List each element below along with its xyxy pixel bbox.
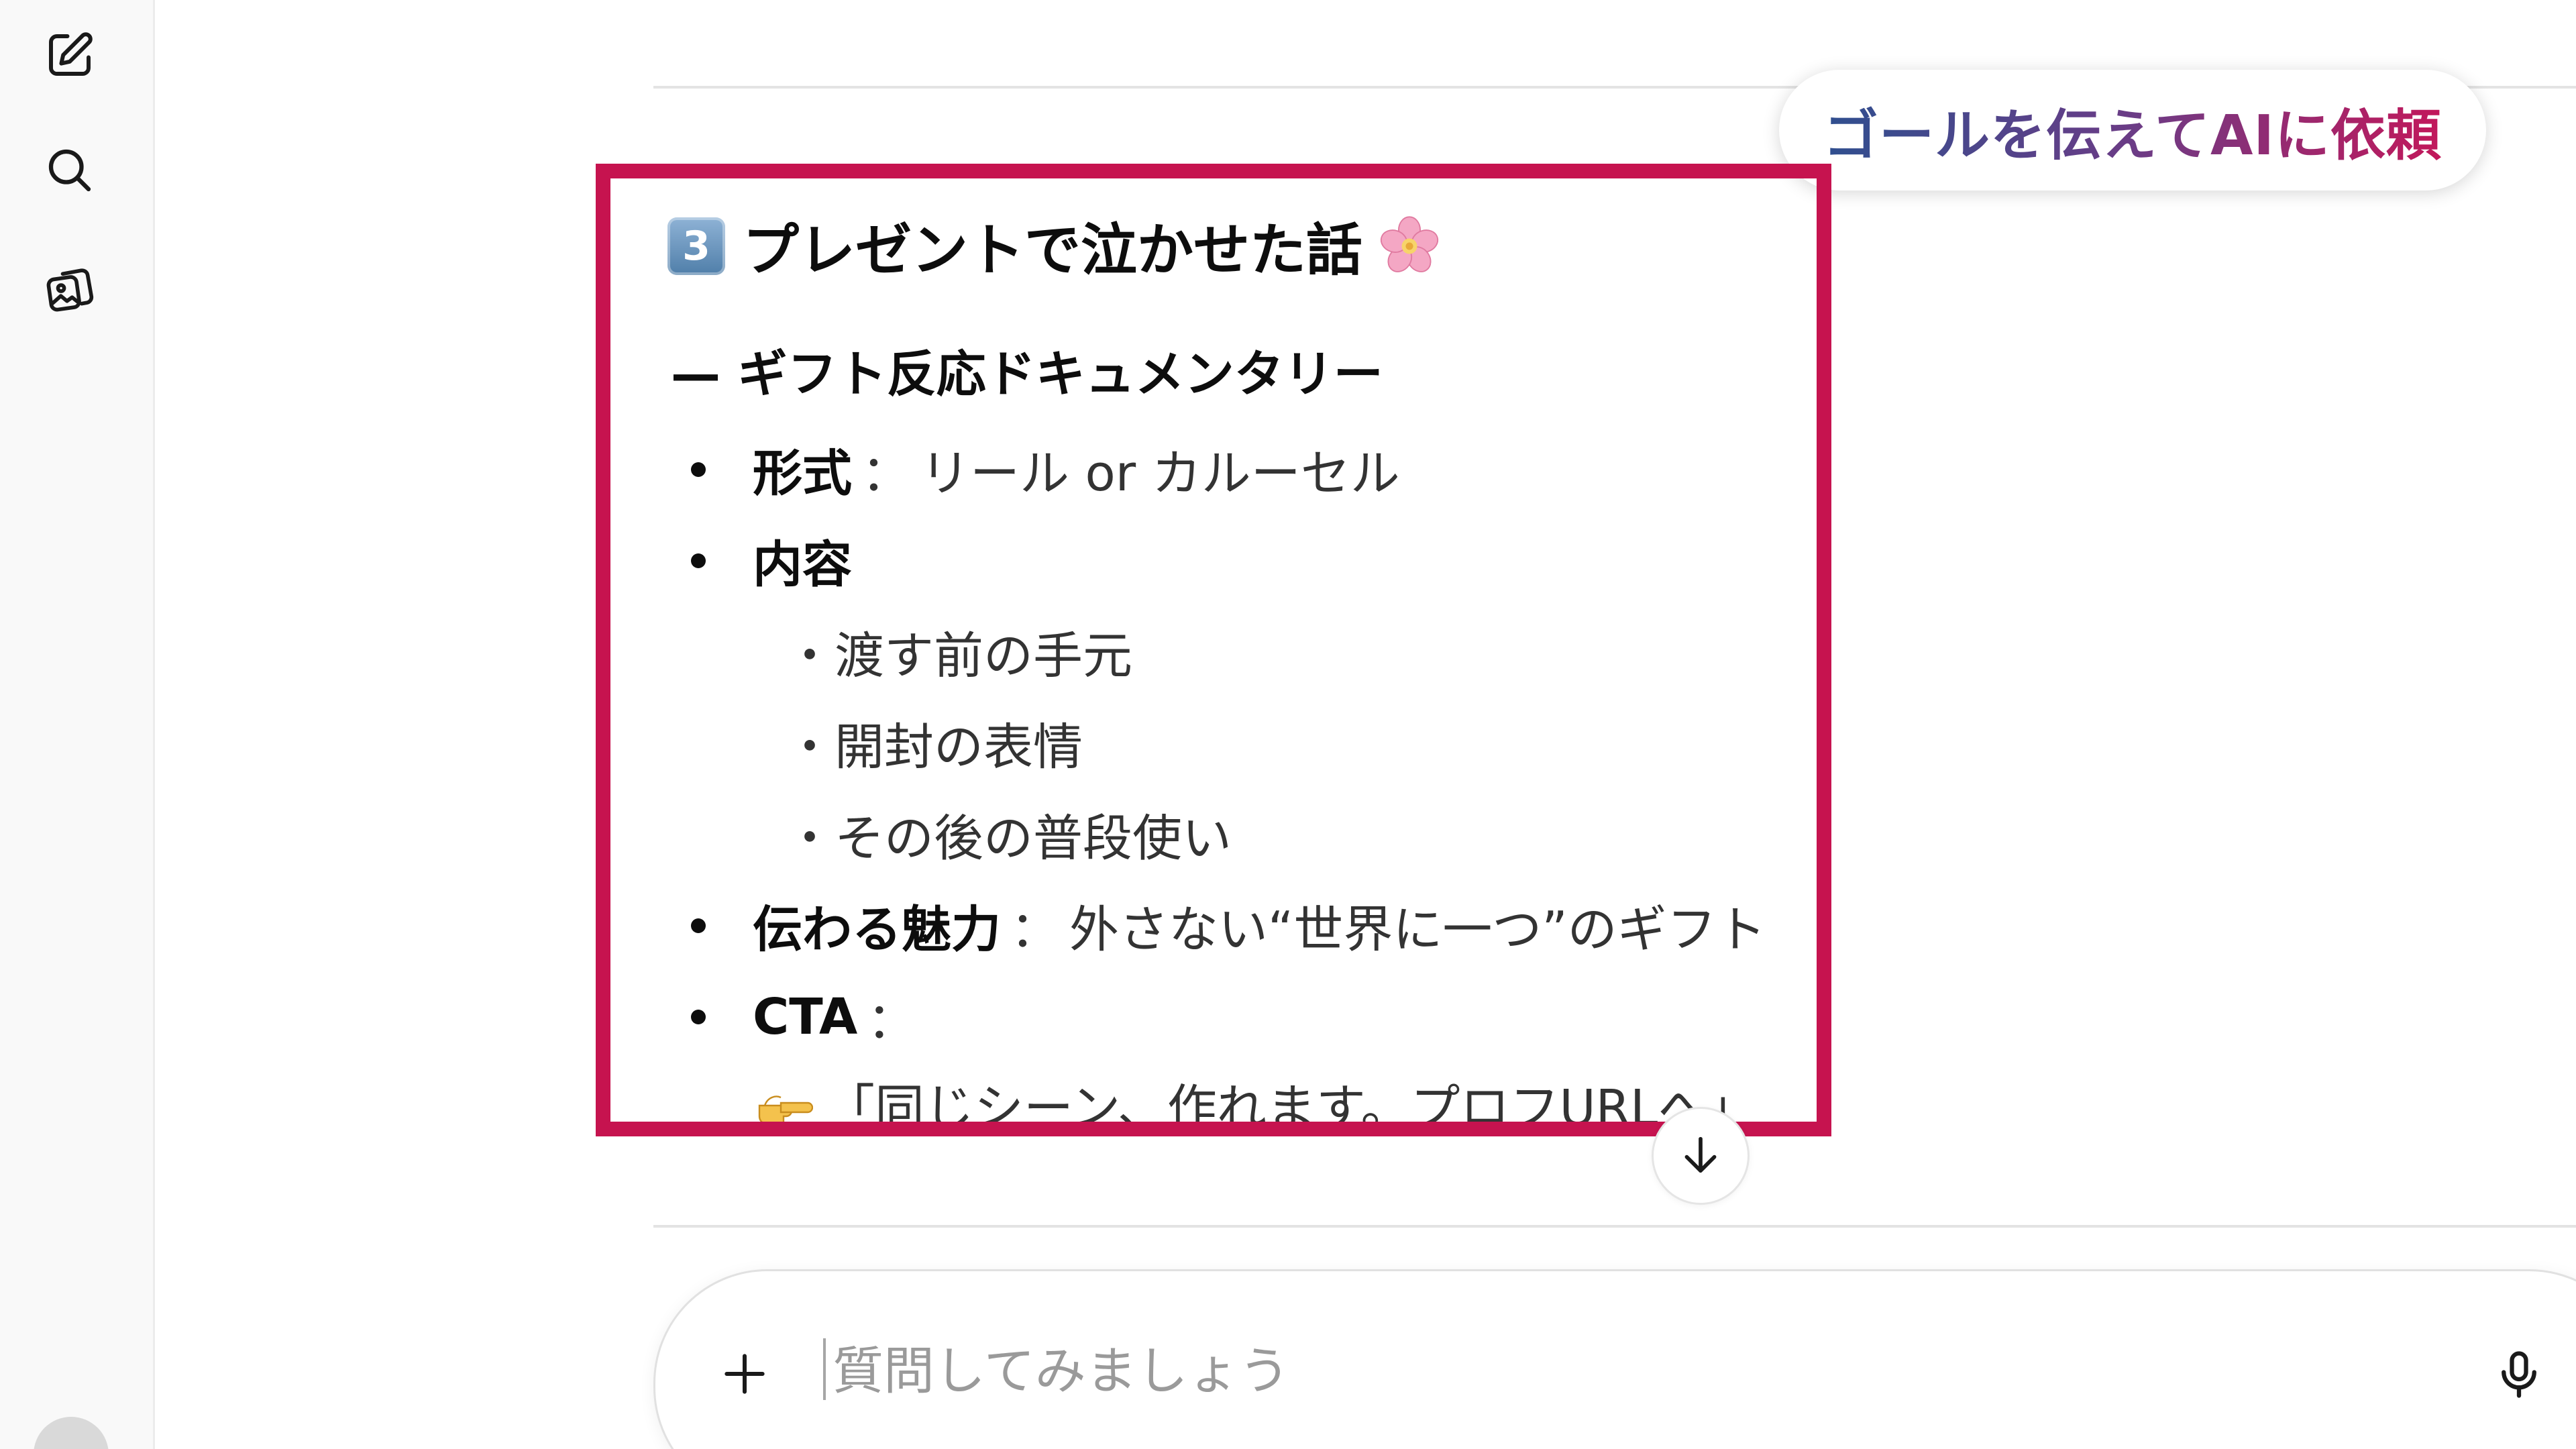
bullet-dot [691,462,706,477]
bullet-label: 形式 [753,445,852,502]
search-icon [48,149,91,192]
arrow-down-icon [1684,1136,1717,1173]
sub-list-item: ・その後の普段使い [785,810,1232,867]
divider-bottom [653,1225,2576,1228]
bullet-separator: ： [861,445,911,502]
search-button[interactable] [39,140,101,201]
bullet-separator: ： [867,992,917,1050]
keycap-three-emoji: 3 [667,217,725,275]
assistant-message: 3 プレゼントで泣かせた話 — ギフト反応ドキュメンタリー 形式 ： リール o… [610,178,1817,1122]
bullet-label: CTA [753,987,858,1046]
section-heading: 3 プレゼントで泣かせた話 [667,205,1440,286]
cta-text: 「同じシーン、作れます。プロフURLへ」 [825,1079,1758,1136]
bullet-label: 内容 [753,536,852,594]
prompt-input[interactable] [827,1330,2375,1411]
user-avatar[interactable] [34,1417,109,1449]
bullet-label: 伝わる魅力 [753,901,1001,959]
annotation-callout: ゴールを伝えてAIに依頼 [1779,70,2486,191]
highlight-frame: 3 プレゼントで泣かせた話 — ギフト反応ドキュメンタリー 形式 ： リール o… [596,164,1831,1136]
new-chat-button[interactable] [39,24,101,86]
section-title: プレゼントで泣かせた話 [743,217,1363,283]
list-item: CTA ： [691,981,926,1053]
attach-button[interactable] [708,1337,782,1411]
message-composer [653,1269,2576,1449]
list-item: 内容 [691,525,852,596]
images-button[interactable] [39,259,101,321]
sidebar [0,0,155,1449]
voice-input-button[interactable] [2479,1334,2559,1415]
square-pen-icon [49,32,93,76]
microphone-icon [2502,1351,2536,1398]
app-window: ゴールを伝えてAIに依頼 3 プレゼントで泣かせた話 — ギフト反応ドキュメンタ… [0,0,2576,1449]
text-caret [823,1338,826,1400]
section-subtitle: — ギフト反応ドキュメンタリー [671,345,1383,403]
bullet-dot [691,918,706,933]
sub-list-item: ・開封の表情 [785,718,1083,776]
callout-text: ゴールを伝えてAIに依頼 [1823,91,2442,170]
bullet-value: 外さない“世界に一つ”のギフト [1069,901,1766,959]
bullet-dot [691,553,706,568]
bullet-separator: ： [1010,901,1060,959]
cherry-blossom-icon [1379,215,1440,277]
list-item: 形式 ： リール or カルーセル [691,433,1400,505]
scroll-to-bottom-button[interactable] [1652,1107,1750,1205]
sub-list-item: ・渡す前の手元 [785,627,1132,685]
pointing-right-icon [757,1084,814,1122]
image-library-icon [46,268,94,312]
bullet-value: リール or カルーセル [920,445,1400,502]
bullet-dot [691,1009,706,1024]
plus-icon [724,1354,765,1394]
cta-line: 「同じシーン、作れます。プロフURLへ」 [757,1068,1758,1136]
list-item: 伝わる魅力 ： 外さない“世界に一つ”のギフト [691,890,1766,961]
